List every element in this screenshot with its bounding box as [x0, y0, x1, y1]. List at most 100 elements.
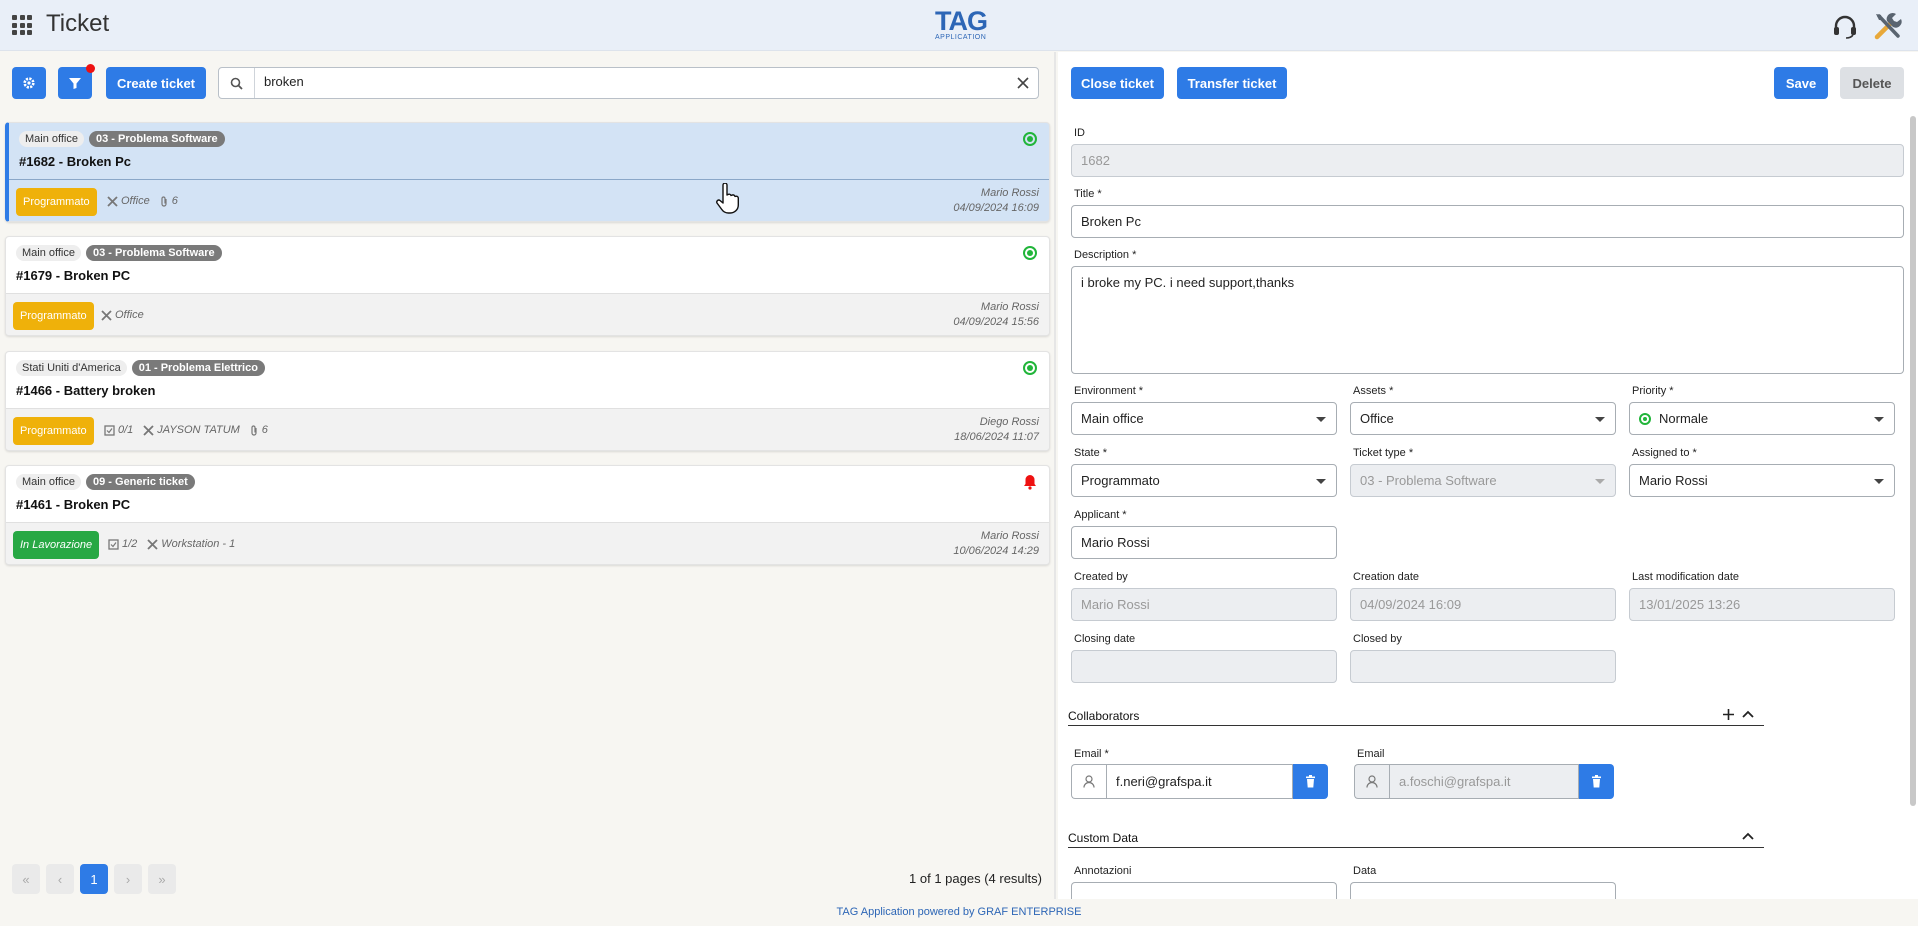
filter-button[interactable] — [58, 64, 95, 99]
first-page-button[interactable]: « — [12, 864, 40, 894]
footer: TAG Application powered by GRAF ENTERPRI… — [836, 906, 1082, 918]
created-by-label: Created by — [1074, 571, 1128, 583]
assigned-to-label: Assigned to * — [1632, 447, 1697, 459]
tools-icon — [107, 195, 118, 207]
tools-icon[interactable] — [1873, 12, 1903, 40]
environment-select[interactable]: Main office — [1071, 402, 1337, 435]
apps-grid-icon[interactable] — [12, 15, 32, 35]
closed-by-label: Closed by — [1353, 633, 1402, 645]
gear-icon — [23, 77, 35, 89]
closing-date-label: Closing date — [1074, 633, 1136, 645]
transfer-ticket-button[interactable]: Transfer ticket — [1177, 67, 1287, 99]
applicant-field[interactable]: Mario Rossi — [1071, 526, 1337, 559]
assets-select[interactable]: Office — [1350, 402, 1616, 435]
email-2-label: Email — [1357, 748, 1385, 760]
ticket-card-1466[interactable]: Stati Uniti d'America 01 - Problema Elet… — [5, 351, 1050, 451]
asset-label: JAYSON TATUM — [157, 424, 240, 436]
headset-icon[interactable] — [1830, 12, 1860, 40]
custom-data-divider — [1068, 847, 1764, 848]
asset-label: Office — [115, 309, 144, 321]
tools-icon — [147, 538, 158, 550]
attachments-count: 6 — [171, 195, 178, 207]
settings-button[interactable] — [12, 67, 46, 99]
state-badge: Programmato — [16, 188, 97, 216]
environment-tag: Main office — [16, 474, 81, 490]
priority-status-icon — [1639, 412, 1651, 425]
ticket-type-value: 03 - Problema Software — [1360, 473, 1497, 488]
title-field[interactable]: Broken Pc — [1071, 205, 1904, 238]
save-button[interactable]: Save — [1774, 67, 1828, 99]
id-field: 1682 — [1071, 144, 1904, 177]
email-1-label: Email * — [1074, 748, 1109, 760]
search-box — [218, 67, 1039, 99]
annotazioni-label: Annotazioni — [1074, 865, 1132, 877]
chevron-up-icon[interactable] — [1741, 708, 1755, 721]
collaborator-email-2: a.foschi@grafspa.it — [1354, 764, 1614, 799]
id-label: ID — [1074, 127, 1085, 139]
environment-label: Environment * — [1074, 385, 1144, 397]
chevron-down-icon — [1595, 417, 1605, 422]
ticket-card-1461[interactable]: Main office 09 - Generic ticket #1461 - … — [5, 465, 1050, 565]
email-2-field: a.foschi@grafspa.it — [1389, 764, 1579, 799]
checklist-count: 1/2 — [122, 538, 138, 550]
prev-page-button[interactable]: ‹ — [46, 864, 74, 894]
panel-divider[interactable] — [1054, 52, 1056, 899]
trash-icon — [1592, 775, 1601, 788]
chevron-up-icon[interactable] — [1741, 830, 1755, 843]
page-title: Ticket — [46, 10, 110, 37]
state-badge: Programmato — [13, 302, 94, 330]
environment-value: Main office — [1081, 411, 1144, 426]
last-modification-label: Last modification date — [1632, 571, 1740, 583]
delete-collaborator-1-button[interactable] — [1293, 764, 1328, 799]
environment-tag: Main office — [16, 245, 81, 261]
ticket-card-1682[interactable]: Main office 03 - Problema Software #1682… — [5, 122, 1050, 222]
assigned-to-value: Mario Rossi — [1639, 473, 1708, 488]
search-input[interactable] — [264, 74, 964, 89]
collaborator-email-1: f.neri@grafspa.it — [1071, 764, 1328, 799]
description-textarea[interactable]: i broke my PC. i need support,thanks — [1071, 266, 1904, 374]
asset-label: Office — [121, 195, 150, 207]
checklist-icon — [108, 538, 119, 550]
priority-select[interactable]: Normale — [1629, 402, 1895, 435]
app-logo: TAG APPLICATION — [935, 6, 988, 42]
ticket-date: 04/09/2024 16:09 — [953, 202, 1039, 214]
add-collaborator-icon[interactable] — [1722, 708, 1735, 721]
logo-text: TAG — [935, 6, 988, 36]
ticket-title: #1682 - Broken Pc — [19, 154, 132, 169]
hand-cursor-icon — [716, 183, 739, 214]
data-field[interactable] — [1350, 882, 1616, 899]
pagination: « ‹ 1 › » — [12, 864, 176, 894]
annotazioni-field[interactable] — [1071, 882, 1337, 899]
last-page-button[interactable]: » — [148, 864, 176, 894]
filter-icon — [69, 78, 81, 89]
ticket-card-1679[interactable]: Main office 03 - Problema Software #1679… — [5, 236, 1050, 336]
scrollbar[interactable] — [1910, 116, 1916, 806]
close-ticket-button[interactable]: Close ticket — [1071, 67, 1164, 99]
environment-tag: Main office — [19, 131, 84, 147]
status-ok-icon — [1023, 361, 1037, 375]
ticket-user: Diego Rossi — [979, 416, 1039, 428]
state-select[interactable]: Programmato — [1071, 464, 1337, 497]
chevron-down-icon — [1874, 417, 1884, 422]
chevron-down-icon — [1595, 479, 1605, 484]
page-1-button[interactable]: 1 — [80, 864, 108, 894]
assets-label: Assets * — [1353, 385, 1394, 397]
search-icon — [219, 68, 255, 98]
pager-info: 1 of 1 pages (4 results) — [909, 871, 1042, 886]
user-icon — [1354, 764, 1389, 799]
create-ticket-button[interactable]: Create ticket — [106, 67, 206, 99]
closing-date-field — [1071, 650, 1337, 683]
clear-search-icon[interactable] — [1014, 74, 1032, 92]
ticket-user: Mario Rossi — [980, 530, 1039, 542]
chevron-down-icon — [1316, 417, 1326, 422]
email-1-field[interactable]: f.neri@grafspa.it — [1106, 764, 1293, 799]
assigned-to-select[interactable]: Mario Rossi — [1629, 464, 1895, 497]
state-badge: Programmato — [13, 417, 94, 445]
priority-label: Priority * — [1632, 385, 1674, 397]
delete-collaborator-2-button[interactable] — [1579, 764, 1614, 799]
next-page-button[interactable]: › — [114, 864, 142, 894]
delete-button[interactable]: Delete — [1840, 67, 1904, 99]
ticket-type-label: Ticket type * — [1353, 447, 1414, 459]
paperclip-icon — [251, 424, 257, 436]
ticket-user: Mario Rossi — [980, 301, 1039, 313]
